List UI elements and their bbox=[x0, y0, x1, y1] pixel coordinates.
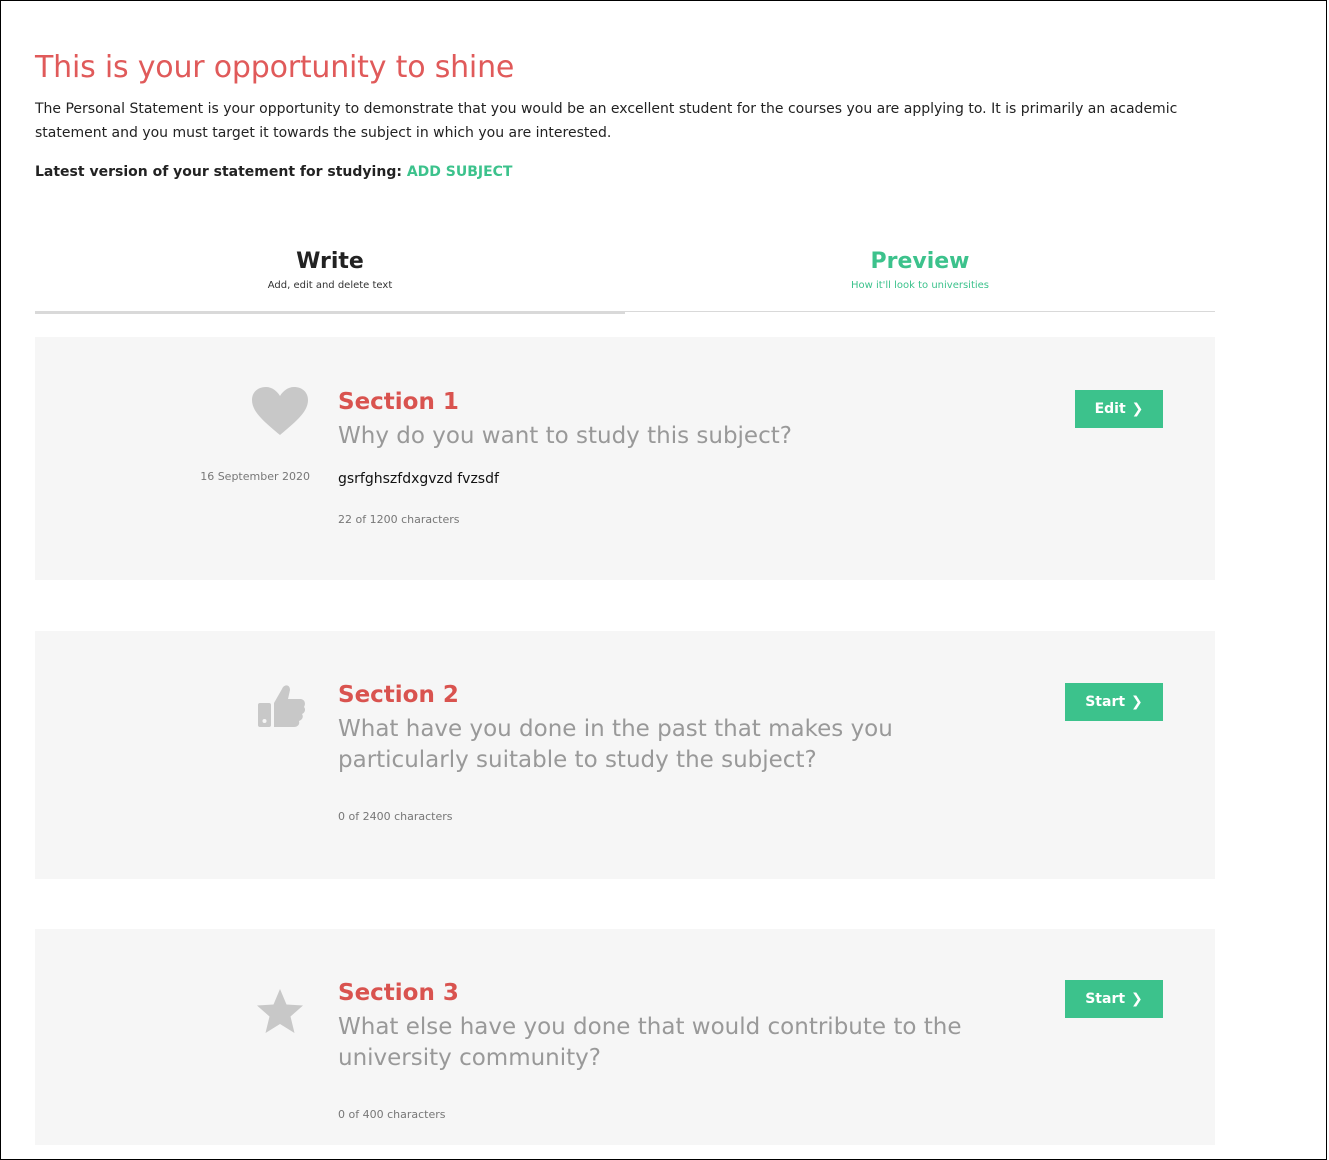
add-subject-link[interactable]: ADD SUBJECT bbox=[407, 164, 513, 180]
section-3-start-label: Start bbox=[1085, 991, 1126, 1007]
heart-icon bbox=[252, 387, 308, 437]
section-1-edit-label: Edit bbox=[1094, 401, 1126, 417]
thumbs-up-icon bbox=[252, 681, 308, 731]
intro-paragraph: The Personal Statement is your opportuni… bbox=[35, 101, 1178, 141]
section-2-start-label: Start bbox=[1085, 694, 1126, 710]
section-card-3: Section 3 What else have you done that w… bbox=[35, 929, 1215, 1145]
section-1-question: Why do you want to study this subject? bbox=[338, 423, 792, 449]
latest-version-line: Latest version of your statement for stu… bbox=[35, 164, 512, 180]
tab-preview[interactable]: Preview How it'll look to universities bbox=[625, 245, 1215, 312]
tab-write[interactable]: Write Add, edit and delete text bbox=[35, 245, 625, 314]
section-2-label: Section 2 bbox=[338, 682, 459, 708]
star-icon bbox=[252, 987, 308, 1037]
section-1-label: Section 1 bbox=[338, 389, 459, 415]
section-1-answer: gsrfghszfdxgvzd fvzsdf bbox=[338, 471, 499, 487]
section-1-date: 16 September 2020 bbox=[200, 470, 310, 483]
section-3-question: What else have you done that would contr… bbox=[338, 1014, 962, 1071]
latest-version-label: Latest version of your statement for stu… bbox=[35, 164, 402, 180]
tab-write-title: Write bbox=[296, 249, 364, 274]
page-title: This is your opportunity to shine bbox=[35, 50, 515, 85]
tab-preview-subtitle: How it'll look to universities bbox=[850, 280, 990, 291]
section-card-2: Section 2 What have you done in the past… bbox=[35, 631, 1215, 879]
section-2-char-count: 0 of 2400 characters bbox=[338, 810, 453, 823]
tab-preview-title: Preview bbox=[870, 249, 970, 274]
tab-write-subtitle: Add, edit and delete text bbox=[267, 280, 393, 291]
section-1-edit-button[interactable]: Edit ❯ bbox=[1075, 390, 1163, 428]
tab-bar: Write Add, edit and delete text Preview … bbox=[35, 245, 1215, 314]
chevron-right-icon: ❯ bbox=[1131, 694, 1143, 710]
section-card-1: 16 September 2020 Section 1 Why do you w… bbox=[35, 337, 1215, 580]
section-2-start-button[interactable]: Start ❯ bbox=[1065, 683, 1163, 721]
section-1-char-count: 22 of 1200 characters bbox=[338, 513, 460, 526]
section-3-start-button[interactable]: Start ❯ bbox=[1065, 980, 1163, 1018]
chevron-right-icon: ❯ bbox=[1131, 401, 1144, 417]
chevron-right-icon: ❯ bbox=[1131, 991, 1143, 1007]
section-3-label: Section 3 bbox=[338, 980, 459, 1006]
section-3-char-count: 0 of 400 characters bbox=[338, 1108, 446, 1121]
section-2-question: What have you done in the past that make… bbox=[338, 716, 893, 773]
